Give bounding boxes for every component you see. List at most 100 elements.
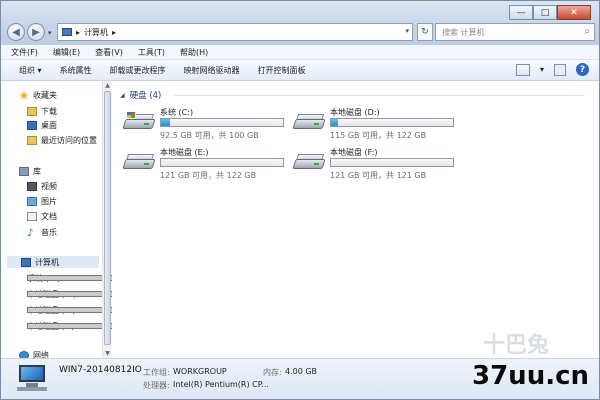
preview-pane-icon[interactable] [554, 63, 566, 76]
breadcrumb-separator[interactable]: ▸ [112, 28, 116, 37]
arrow-left-icon: ◀ [12, 26, 20, 38]
hard-disk-group-header[interactable]: ◢ 硬盘 (4) [120, 89, 161, 101]
computer-icon [21, 257, 31, 267]
nav-item-drive-f[interactable]: 本地磁盘 (F:) [27, 320, 187, 332]
drive-tile[interactable]: 本地磁盘 (D:) 115 GB 可用，共 122 GB [292, 107, 454, 140]
nav-item-documents[interactable]: 文档 [27, 210, 57, 222]
drive-free-space: 115 GB 可用，共 122 GB [330, 131, 427, 140]
nav-item-pictures[interactable]: 图片 [27, 195, 57, 207]
breadcrumb-computer[interactable]: 计算机 [84, 27, 108, 38]
nav-favorites[interactable]: 收藏夹 [19, 89, 57, 101]
menu-file[interactable]: 文件(F) [11, 47, 38, 58]
breadcrumb-separator[interactable]: ▸ [76, 28, 80, 37]
scroll-up-icon[interactable]: ▲ [103, 81, 112, 90]
address-dropdown-icon[interactable]: ▾ [405, 27, 409, 35]
address-bar[interactable]: ▸ 计算机 ▸ ▾ [57, 23, 413, 41]
collapse-triangle-icon[interactable]: ◢ [120, 92, 125, 99]
group-divider [174, 95, 584, 96]
processor-label: 处理器: [143, 381, 170, 390]
desktop-icon [27, 120, 37, 130]
scroll-down-icon[interactable]: ▼ [103, 349, 112, 358]
forward-button[interactable]: ▶ [27, 23, 45, 41]
nav-item-music[interactable]: ♪ 音乐 [27, 226, 57, 239]
picture-icon [27, 196, 37, 206]
group-title: 硬盘 (4) [129, 91, 162, 101]
menu-help[interactable]: 帮助(H) [180, 47, 208, 58]
drive-free-space: 121 GB 可用，共 122 GB [160, 171, 257, 180]
computer-monitor-icon [17, 365, 47, 391]
workgroup-value: WORKGROUP [173, 367, 227, 376]
close-button[interactable]: ✕ [557, 5, 591, 20]
nav-item-recent-places[interactable]: 最近访问的位置 [27, 134, 97, 146]
nav-item-downloads[interactable]: 下载 [27, 105, 57, 117]
drive-name: 系统 (C:) [160, 108, 194, 117]
help-icon[interactable]: ? [576, 63, 589, 76]
title-bar: — □ ✕ ◀ ▶ ▾ ▸ 计算机 ▸ ▾ ↻ 搜索 计算机 ⌕ [1, 1, 599, 45]
search-placeholder: 搜索 计算机 [442, 27, 485, 37]
nav-item-label: 最近访问的位置 [41, 135, 97, 145]
system-drive-icon [122, 111, 156, 133]
drive-name: 本地磁盘 (D:) [330, 108, 380, 117]
faint-watermark: 十巴兔 [483, 333, 550, 358]
nav-computer[interactable]: 计算机 [7, 256, 99, 268]
menu-bar: 文件(F) 编辑(E) 查看(V) 工具(T) 帮助(H) [1, 45, 599, 60]
content-pane: ◢ 硬盘 (4) 系统 (C:) 92.5 GB 可用，共 100 GB 本地磁… [112, 81, 599, 358]
organize-button[interactable]: 组织 ▾ [19, 65, 42, 76]
search-input[interactable]: 搜索 计算机 ⌕ [435, 23, 595, 41]
menu-tools[interactable]: 工具(T) [138, 47, 165, 58]
drive-usage-fill [331, 119, 338, 126]
nav-item-drive-d[interactable]: 本地磁盘 (D:) [27, 288, 187, 300]
recent-places-icon [27, 135, 37, 145]
map-network-drive-button[interactable]: 映射网络驱动器 [184, 65, 240, 76]
recent-pages-dropdown[interactable]: ▾ [48, 29, 52, 37]
nav-item-drive-e[interactable]: 本地磁盘 (E:) [27, 304, 187, 316]
menu-view[interactable]: 查看(V) [95, 47, 123, 58]
menu-edit[interactable]: 编辑(E) [53, 47, 80, 58]
computer-icon [62, 28, 72, 36]
drive-usage-bar [330, 158, 454, 167]
video-icon [27, 181, 37, 191]
nav-item-videos[interactable]: 视频 [27, 180, 57, 192]
refresh-button[interactable]: ↻ [417, 23, 433, 41]
nav-item-label: 图片 [41, 196, 57, 206]
memory-label: 内存: [263, 368, 282, 377]
drive-tile[interactable]: 本地磁盘 (E:) 121 GB 可用，共 122 GB [122, 147, 284, 180]
drive-icon [292, 111, 326, 133]
command-bar: 组织 ▾ 系统属性 卸载或更改程序 映射网络驱动器 打开控制面板 ▾ ? [1, 60, 599, 81]
workgroup-label: 工作组: [143, 368, 170, 377]
nav-favorites-label: 收藏夹 [33, 90, 57, 100]
change-view-icon[interactable] [515, 63, 530, 76]
refresh-icon: ↻ [421, 27, 429, 37]
nav-item-drive-c[interactable]: 系统 (C:) [27, 272, 187, 284]
open-control-panel-button[interactable]: 打开控制面板 [258, 65, 306, 76]
explorer-window: — □ ✕ ◀ ▶ ▾ ▸ 计算机 ▸ ▾ ↻ 搜索 计算机 ⌕ 文件(F) 编… [0, 0, 600, 400]
view-options-dropdown[interactable]: ▾ [540, 65, 544, 74]
drive-usage-fill [161, 119, 171, 126]
nav-item-label: 音乐 [41, 227, 57, 237]
nav-scrollbar[interactable]: ▲ ▼ [102, 81, 111, 358]
nav-item-label: 文档 [41, 211, 57, 221]
drive-name: 本地磁盘 (F:) [330, 148, 378, 157]
minimize-button[interactable]: — [509, 5, 533, 20]
search-icon[interactable]: ⌕ [584, 26, 590, 37]
system-properties-button[interactable]: 系统属性 [60, 65, 92, 76]
nav-item-label: 视频 [41, 181, 57, 191]
nav-item-label: 桌面 [41, 120, 57, 130]
maximize-button[interactable]: □ [533, 5, 557, 20]
processor-value: Intel(R) Pentium(R) CP... [173, 380, 269, 389]
scroll-thumb[interactable] [104, 91, 111, 345]
drive-usage-bar [160, 158, 284, 167]
drive-free-space: 121 GB 可用，共 121 GB [330, 171, 427, 180]
drive-tile[interactable]: 系统 (C:) 92.5 GB 可用，共 100 GB [122, 107, 284, 140]
nav-computer-label: 计算机 [35, 257, 59, 267]
nav-libraries[interactable]: 库 [19, 165, 41, 177]
computer-name: WIN7-20140812IO [59, 365, 142, 375]
back-button[interactable]: ◀ [7, 23, 25, 41]
window-controls: — □ ✕ [509, 5, 591, 20]
drive-free-space: 92.5 GB 可用，共 100 GB [160, 131, 259, 140]
star-icon [19, 90, 29, 100]
drive-tile[interactable]: 本地磁盘 (F:) 121 GB 可用，共 121 GB [292, 147, 454, 180]
nav-item-desktop[interactable]: 桌面 [27, 119, 57, 131]
uninstall-program-button[interactable]: 卸载或更改程序 [110, 65, 166, 76]
library-icon [19, 166, 29, 176]
